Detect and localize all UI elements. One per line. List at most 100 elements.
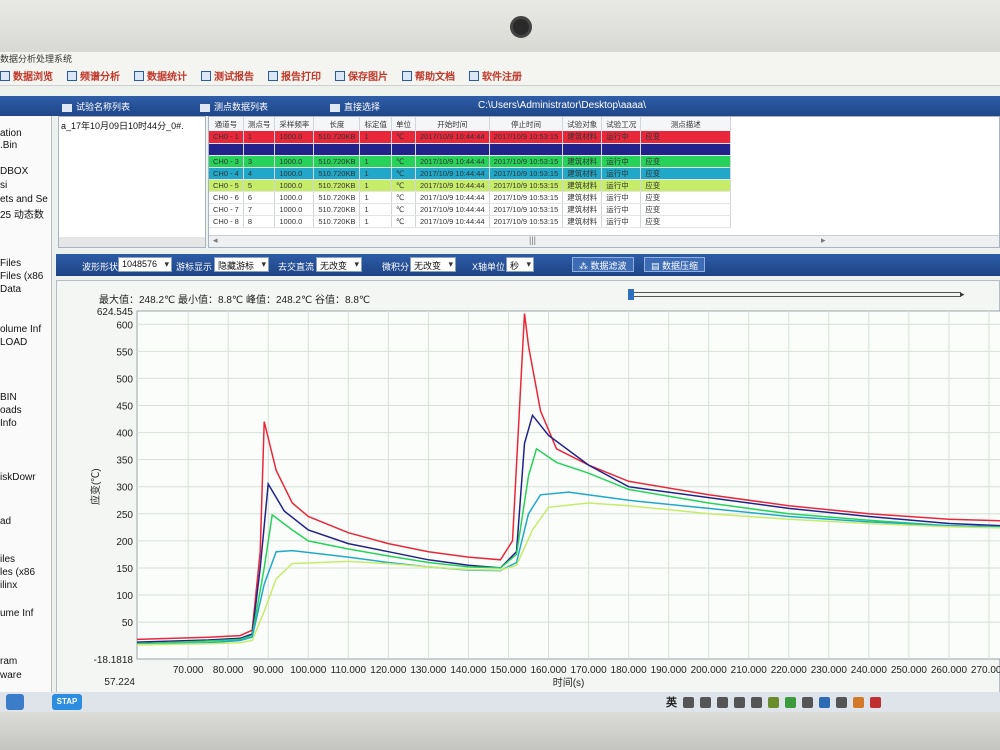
- column-header[interactable]: 开始时间: [415, 117, 490, 131]
- security-icon[interactable]: [853, 696, 864, 708]
- explorer-item[interactable]: Files (x86: [0, 271, 43, 282]
- explorer-item[interactable]: ware: [0, 670, 22, 681]
- column-header[interactable]: 试验对象: [562, 117, 603, 131]
- y-top-value-label: 624.545: [97, 307, 134, 318]
- table-cell: 建筑材料: [562, 215, 603, 228]
- menu-item-1[interactable]: 频谱分析: [67, 68, 120, 83]
- table-row[interactable]: CH0 - 4 4 1000.0 510.720KB 1 ℃ 2017/10/9 10:44…: [209, 167, 732, 180]
- menu-item-3[interactable]: 测试报告: [201, 68, 254, 83]
- filter-button[interactable]: ⁂ 数据滤波: [572, 257, 634, 272]
- xunit-select[interactable]: 秒: [506, 257, 535, 272]
- column-header[interactable]: 试验工况: [601, 117, 642, 131]
- menu-item-2[interactable]: 数据统计: [134, 68, 187, 83]
- explorer-item[interactable]: ad: [0, 516, 11, 527]
- punctuation-icon[interactable]: [683, 696, 694, 708]
- screen: 数据分析处理系统 数据浏览 频谱分析 数据统计 测试报告 报告打印 保存图片 帮助文档 软件注…: [0, 52, 1000, 712]
- explorer-item[interactable]: iskDowr: [0, 472, 36, 483]
- scroll-right-icon[interactable]: ▸: [821, 235, 826, 246]
- table-cell: 1: [359, 191, 392, 204]
- integral-select[interactable]: 无改变: [410, 257, 457, 272]
- column-header[interactable]: 长度: [313, 117, 361, 131]
- explorer-item[interactable]: ume Inf: [0, 608, 33, 619]
- name-list-scrollbar[interactable]: [59, 237, 205, 247]
- waveform-chart[interactable]: 50 100 150 200 250 300 350 400 450 500 550 600 70.00…: [57, 281, 1000, 701]
- tab-direct-select[interactable]: 直接选择: [330, 100, 380, 113]
- display-icon[interactable]: [836, 696, 847, 708]
- tab-direct-select-label: 直接选择: [344, 102, 381, 112]
- settings-icon[interactable]: [802, 696, 813, 708]
- table-cell: 2017/10/9 10:53:15: [489, 191, 564, 204]
- table-row[interactable]: CH0 - 8 8 1000.0 510.720KB 1 ℃ 2017/10/9 10:44…: [209, 215, 732, 228]
- app-tray-icon[interactable]: [768, 696, 779, 708]
- explorer-item[interactable]: BIN: [0, 392, 17, 403]
- column-header[interactable]: 停止时间: [489, 117, 564, 131]
- explorer-item[interactable]: iles: [0, 554, 15, 565]
- column-header[interactable]: 采样频率: [274, 117, 315, 131]
- scroll-left-icon[interactable]: ◂: [213, 235, 218, 246]
- menu-item-7[interactable]: 软件注册: [469, 68, 522, 83]
- explorer-item[interactable]: si: [0, 180, 7, 191]
- table-cell: CH0 - 3: [209, 155, 244, 168]
- x-tick-label: 100.000: [290, 665, 327, 676]
- stap-taskbar-button[interactable]: STAP: [52, 694, 82, 710]
- menu-item-4[interactable]: 报告打印: [268, 68, 321, 83]
- table-row[interactable]: CH0 - 7 7 1000.0 510.720KB 1 ℃ 2017/10/9 10:44…: [209, 203, 732, 216]
- explorer-item[interactable]: LOAD: [0, 337, 27, 348]
- explorer-item[interactable]: .Bin: [0, 140, 17, 151]
- tools-icon[interactable]: [734, 696, 745, 708]
- explorer-item[interactable]: ilinx: [0, 580, 17, 591]
- column-header[interactable]: 测点号: [243, 117, 276, 131]
- alert-icon[interactable]: [870, 696, 881, 708]
- menu-item-5[interactable]: 保存图片: [335, 68, 388, 83]
- explorer-item[interactable]: olume Inf: [0, 324, 41, 335]
- column-header[interactable]: 测点描述: [640, 117, 732, 131]
- dc-select[interactable]: 无改变: [316, 257, 363, 272]
- column-header[interactable]: 通道号: [209, 117, 244, 131]
- table-cell: [601, 143, 642, 156]
- start-button[interactable]: [6, 694, 24, 710]
- explorer-item[interactable]: ation: [0, 128, 22, 139]
- table-row[interactable]: CH0 - 1 1 1000.0 510.720KB 1 ℃ 2017/10/9 10:44…: [209, 131, 732, 144]
- ime-indicator[interactable]: 英: [666, 694, 677, 710]
- menu-item-label: 软件注册: [482, 72, 522, 83]
- waveform-select[interactable]: 1048576: [118, 257, 173, 272]
- menu-item-6[interactable]: 帮助文档: [402, 68, 455, 83]
- tab-point-data[interactable]: 测点数据列表: [200, 100, 268, 113]
- table-row[interactable]: [209, 143, 732, 156]
- explorer-item[interactable]: Data: [0, 284, 21, 295]
- table-row[interactable]: CH0 - 3 3 1000.0 510.720KB 1 ℃ 2017/10/9 10:44…: [209, 155, 732, 168]
- explorer-item[interactable]: ram: [0, 656, 17, 667]
- explorer-item[interactable]: ets and Se: [0, 194, 48, 205]
- laptop-bezel-bottom: [0, 712, 1000, 750]
- compress-button[interactable]: ▤ 数据压缩: [644, 257, 706, 272]
- tab-test-list[interactable]: 试验名称列表: [62, 100, 130, 113]
- explorer-item[interactable]: Info: [0, 418, 17, 429]
- x-tick-label: 200.000: [691, 665, 728, 676]
- keyboard-icon[interactable]: [700, 696, 711, 708]
- column-header[interactable]: 单位: [391, 117, 416, 131]
- channel-table-header: 通道号 测点号 采样频率 长度 标定值 单位 开始时间 停止时间 试验对象 试验工况 测点描述: [209, 117, 732, 131]
- add-icon[interactable]: [785, 696, 796, 708]
- table-cell: CH0 - 6: [209, 191, 244, 204]
- column-header[interactable]: 标定值: [359, 117, 392, 131]
- explorer-item[interactable]: Files: [0, 258, 21, 269]
- explorer-item[interactable]: 25 动态数: [0, 206, 44, 221]
- tab-strip: 试验名称列表 测点数据列表 直接选择 C:\Users\Administrato…: [0, 96, 1000, 116]
- scroll-grip-icon[interactable]: |||: [529, 235, 536, 245]
- explorer-item[interactable]: oads: [0, 405, 22, 416]
- table-cell: 2017/10/9 10:53:15: [489, 203, 564, 216]
- menu-item-0[interactable]: 数据浏览: [0, 68, 53, 83]
- cursor-select[interactable]: 隐藏游标: [214, 257, 270, 272]
- explorer-item[interactable]: les (x86: [0, 567, 35, 578]
- test-name-item[interactable]: a_17年10月09日10时44分_0#.: [61, 119, 184, 132]
- explorer-item[interactable]: DBOX: [0, 166, 28, 177]
- help-icon[interactable]: [751, 696, 762, 708]
- x-axis-title: 时间(s): [553, 676, 585, 689]
- table-row[interactable]: CH0 - 5 5 1000.0 510.720KB 1 ℃ 2017/10/9 10:44…: [209, 179, 732, 192]
- user-icon[interactable]: [717, 696, 728, 708]
- table-cell: 建筑材料: [562, 179, 603, 192]
- table-row[interactable]: CH0 - 6 6 1000.0 510.720KB 1 ℃ 2017/10/9 10:44…: [209, 191, 732, 204]
- channel-table-scrollbar[interactable]: ◂ ||| ▸: [209, 235, 999, 247]
- table-cell: 510.720KB: [313, 131, 361, 144]
- network-icon[interactable]: [819, 696, 830, 708]
